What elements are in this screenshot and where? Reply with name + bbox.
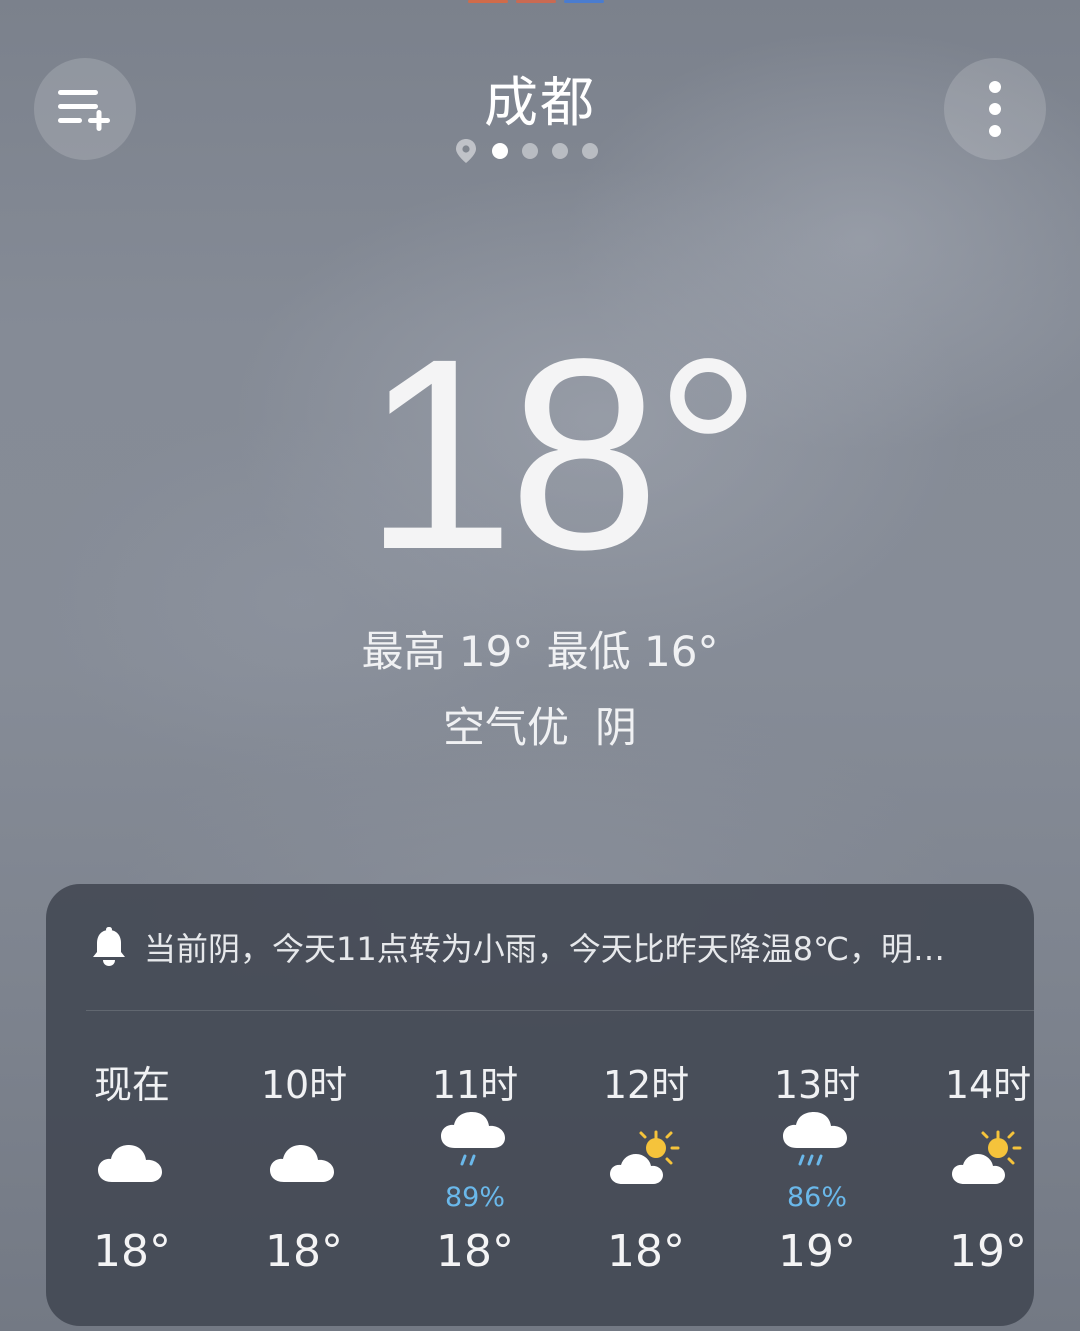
weather-condition: 阴 <box>595 703 638 752</box>
pager-dot[interactable] <box>582 143 598 159</box>
partly-cloudy-icon <box>610 1130 680 1184</box>
light-rain-icon <box>441 1112 505 1166</box>
bell-icon <box>93 927 125 966</box>
pager-dot[interactable] <box>552 143 568 159</box>
alert-text: 当前阴，今天11点转为小雨，今天比昨天降温8℃，明… <box>144 930 946 968</box>
city-pager[interactable] <box>454 138 598 164</box>
hour-label: 现在 <box>93 1063 170 1107</box>
hourly-item[interactable]: 13时 86% 19° <box>731 1034 903 1324</box>
cloudy-icon <box>270 1145 334 1182</box>
city-title: 成都 <box>484 71 596 134</box>
top-color-strip <box>468 0 608 4</box>
card-divider <box>86 1010 1034 1011</box>
hour-label: 14时 <box>944 1063 1032 1107</box>
weather-alert-row[interactable]: 当前阴，今天11点转为小雨，今天比昨天降温8℃，明… <box>46 884 1034 1010</box>
location-pin-icon <box>456 139 476 163</box>
hour-temperature: 18° <box>265 1226 343 1277</box>
hour-label: 11时 <box>431 1063 519 1107</box>
more-vertical-icon <box>989 81 1001 137</box>
partly-cloudy-icon <box>952 1130 1022 1184</box>
hour-temperature: 19° <box>778 1226 856 1277</box>
light-rain-icon <box>783 1112 847 1166</box>
hourly-item[interactable]: 11时 89% 18° <box>389 1034 561 1324</box>
hourly-item[interactable]: 14时 19° <box>902 1034 1034 1324</box>
more-options-button[interactable] <box>944 58 1046 160</box>
precip-chance: 86% <box>786 1182 847 1213</box>
current-temperature: 18° <box>363 302 762 606</box>
forecast-card[interactable]: 当前阴，今天11点转为小雨，今天比昨天降温8℃，明… 现在 18° 10时 18… <box>46 884 1034 1326</box>
hourly-item[interactable]: 现在 18° <box>46 1034 218 1324</box>
hourly-forecast[interactable]: 现在 18° 10时 18° 11时 89% 18° 12时 18° 13时 8… <box>46 1034 1034 1324</box>
hour-temperature: 18° <box>607 1226 685 1277</box>
hour-label: 13时 <box>773 1063 861 1107</box>
precip-chance: 89% <box>444 1182 505 1213</box>
pager-dot[interactable] <box>492 143 508 159</box>
hour-label: 10时 <box>260 1063 348 1107</box>
hourly-item[interactable]: 10时 18° <box>218 1034 390 1324</box>
hourly-item[interactable]: 12时 18° <box>560 1034 732 1324</box>
high-low-temperature: 最高 19° 最低 16° <box>361 627 719 676</box>
air-condition-row: 空气优阴 <box>0 694 1080 755</box>
pager-dot[interactable] <box>522 143 538 159</box>
air-quality-label[interactable]: 空气优 <box>443 703 569 752</box>
hour-label: 12时 <box>602 1063 690 1107</box>
hour-temperature: 18° <box>93 1226 171 1277</box>
cloudy-icon <box>98 1145 162 1182</box>
hour-temperature: 18° <box>436 1226 514 1277</box>
hour-temperature: 19° <box>949 1226 1027 1277</box>
